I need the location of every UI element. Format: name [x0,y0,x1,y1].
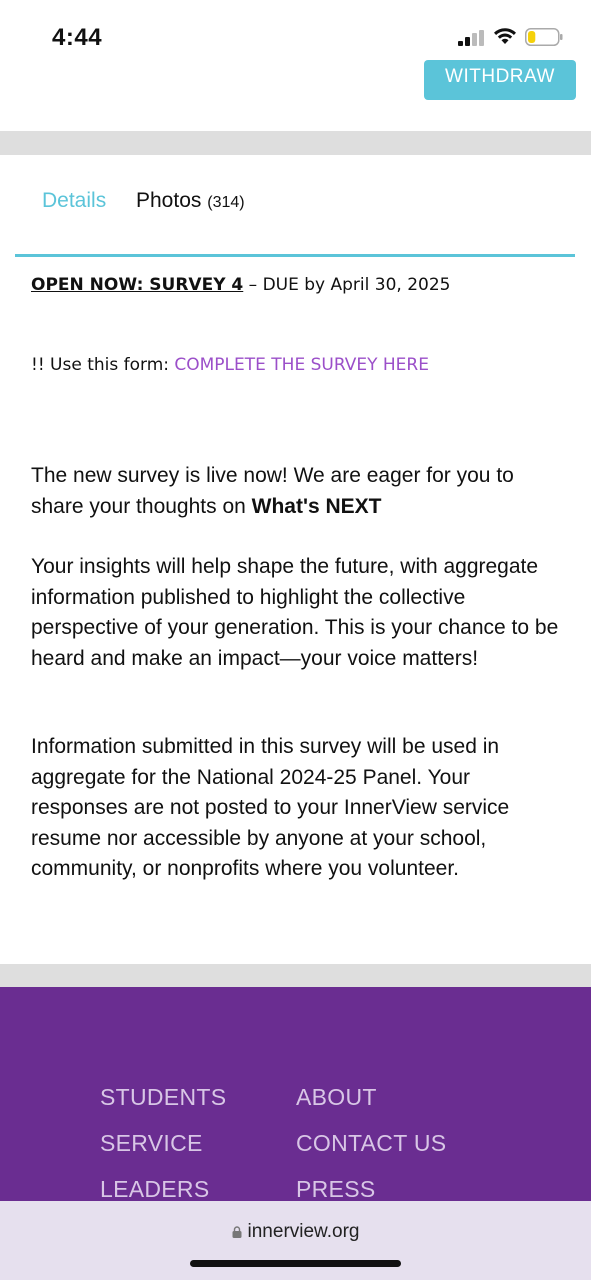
survey-heading-link[interactable]: OPEN NOW: SURVEY 4 [31,275,243,295]
footer-link-press[interactable]: PRESS [296,1176,375,1203]
status-time: 4:44 [52,24,103,51]
tab-underline [15,254,575,257]
privacy-paragraph: Information submitted in this survey wil… [31,735,510,880]
insights-paragraph: Your insights will help shape the future… [31,555,559,670]
section-divider-bottom [0,964,591,987]
lock-icon [232,1226,242,1238]
cellular-signal-icon [458,30,484,46]
tab-details[interactable]: Details [42,189,106,213]
browser-bottom-bar: innerview.org [0,1201,591,1280]
survey-status-line: OPEN NOW: SURVEY 4 – DUE by April 30, 20… [31,275,450,295]
tab-photos-count: (314) [207,194,245,211]
footer-link-leaders[interactable]: LEADERS [100,1176,209,1203]
section-divider-top [0,131,591,155]
footer-link-students[interactable]: STUDENTS [100,1084,226,1111]
tab-photos-label: Photos [136,189,202,212]
battery-low-icon [525,28,563,46]
site-footer: STUDENTS SERVICE LEADERS ABOUT CONTACT U… [0,987,591,1207]
home-indicator[interactable] [190,1260,401,1267]
footer-link-contact[interactable]: CONTACT US [296,1130,446,1157]
wifi-icon [494,28,516,44]
form-line: !! Use this form: COMPLETE THE SURVEY HE… [31,355,429,375]
footer-link-service[interactable]: SERVICE [100,1130,203,1157]
tab-photos[interactable]: Photos (314) [136,189,245,213]
url-text: innerview.org [247,1221,360,1242]
address-bar[interactable]: innerview.org [0,1221,591,1243]
withdraw-button[interactable]: WITHDRAW [424,60,576,100]
survey-due-text: – DUE by April 30, 2025 [243,275,451,295]
form-prefix: !! Use this form: [31,355,175,375]
footer-link-about[interactable]: ABOUT [296,1084,377,1111]
intro-paragraph: The new survey is live now! We are eager… [31,461,571,522]
intro-bold-text: What's NEXT [251,494,382,518]
complete-survey-link[interactable]: COMPLETE THE SURVEY HERE [174,355,429,375]
